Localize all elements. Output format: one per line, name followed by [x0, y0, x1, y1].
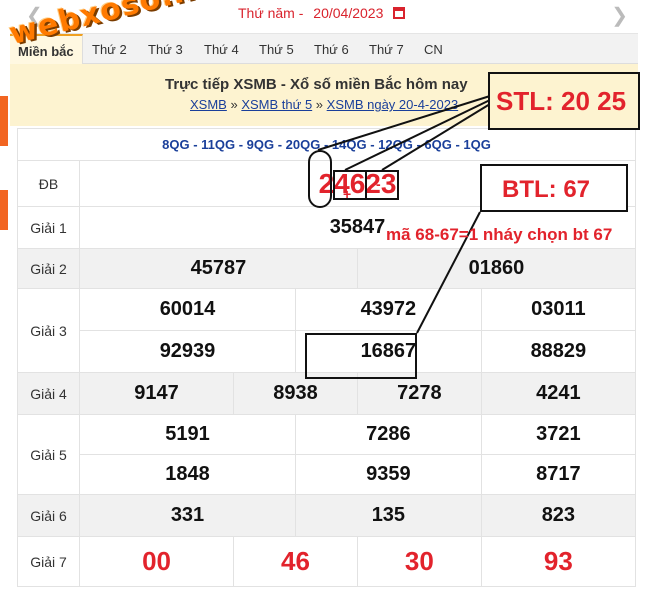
btl-annotation: BTL: 67 [480, 164, 628, 212]
annotation-note: mã 68-67=1 nháy chọn bt 67 [386, 225, 613, 244]
stl-annotation: STL: 20 25 [488, 72, 640, 130]
